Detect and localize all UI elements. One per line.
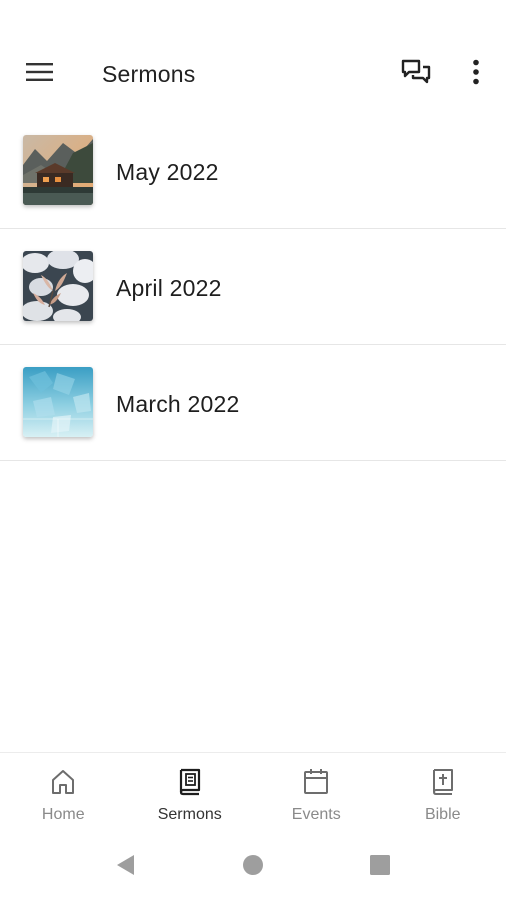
system-recents-button[interactable] [365, 852, 395, 882]
menu-button[interactable] [18, 54, 62, 94]
nav-label: Home [41, 806, 85, 823]
system-navigation-bar [0, 836, 506, 896]
item-label: March 2022 [116, 391, 240, 417]
system-home-button[interactable] [238, 852, 268, 882]
item-label: April 2022 [116, 275, 222, 301]
back-triangle-icon [114, 853, 136, 882]
home-circle-icon [242, 854, 264, 881]
bottom-navigation: Home Sermons Events Bible [0, 752, 506, 833]
magnolia-blossoms-photo [23, 251, 93, 321]
nav-label: Events [291, 806, 341, 823]
list-item-may-2022[interactable]: May 2022 [0, 113, 506, 229]
nav-item-sermons[interactable]: Sermons [127, 753, 254, 833]
nav-item-events[interactable]: Events [253, 753, 380, 833]
recents-square-icon [369, 854, 391, 881]
mountain-lodge-photo [23, 135, 93, 205]
app-bar: Sermons [0, 40, 506, 108]
page-title: Sermons [102, 61, 196, 87]
blue-ice-photo [23, 367, 93, 437]
sermons-screen: Sermons May 2022 April 2022 March 2022 H… [0, 0, 506, 900]
nav-label: Sermons [157, 806, 222, 823]
list-item-march-2022[interactable]: March 2022 [0, 345, 506, 461]
more-vertical-icon [472, 59, 480, 90]
chat-button[interactable] [394, 54, 438, 94]
item-label: May 2022 [116, 159, 219, 185]
nav-item-home[interactable]: Home [0, 753, 127, 833]
bible-icon [428, 767, 458, 797]
more-options-button[interactable] [454, 54, 498, 94]
book-icon [175, 767, 205, 797]
home-icon [48, 767, 78, 797]
hamburger-menu-icon [26, 62, 54, 87]
system-back-button[interactable] [110, 852, 140, 882]
sermon-series-list: May 2022 April 2022 March 2022 [0, 113, 506, 461]
nav-label: Bible [424, 806, 461, 823]
calendar-icon [301, 767, 331, 797]
list-item-april-2022[interactable]: April 2022 [0, 229, 506, 345]
nav-item-bible[interactable]: Bible [380, 753, 506, 833]
chat-bubbles-icon [401, 58, 431, 91]
